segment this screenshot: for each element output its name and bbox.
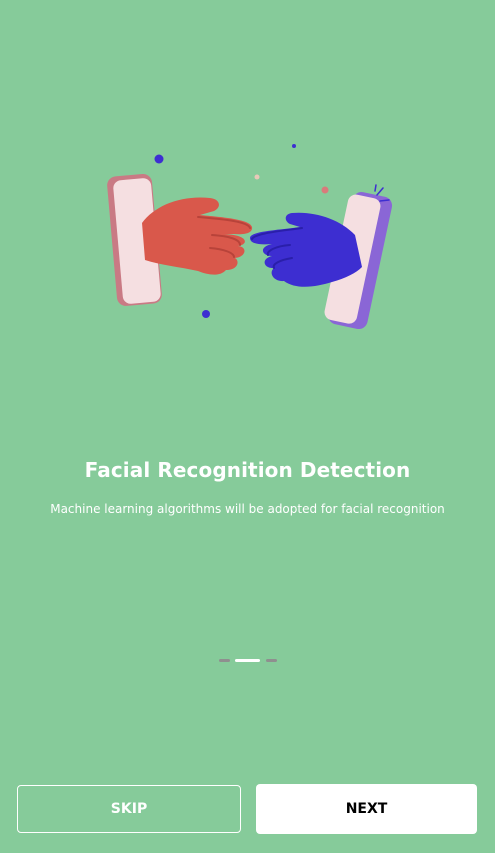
decor-dot-icon [254, 174, 260, 180]
decor-dot-icon [154, 154, 164, 164]
onboarding-illustration [100, 135, 400, 335]
next-button[interactable]: NEXT [256, 784, 477, 834]
page-indicator-dot-3 [266, 659, 277, 662]
page-indicator [219, 659, 277, 663]
onboarding-title: Facial Recognition Detection [84, 458, 411, 482]
skip-button[interactable]: SKIP [17, 785, 241, 833]
red-hand-icon [142, 197, 253, 275]
page-indicator-dot-2 [235, 659, 260, 662]
decor-dot-icon [321, 186, 329, 194]
page-indicator-dot-1 [219, 659, 230, 662]
decor-dot-icon [292, 144, 296, 148]
onboarding-description: Machine learning algorithms will be adop… [50, 502, 445, 516]
decor-dot-icon [202, 310, 210, 318]
